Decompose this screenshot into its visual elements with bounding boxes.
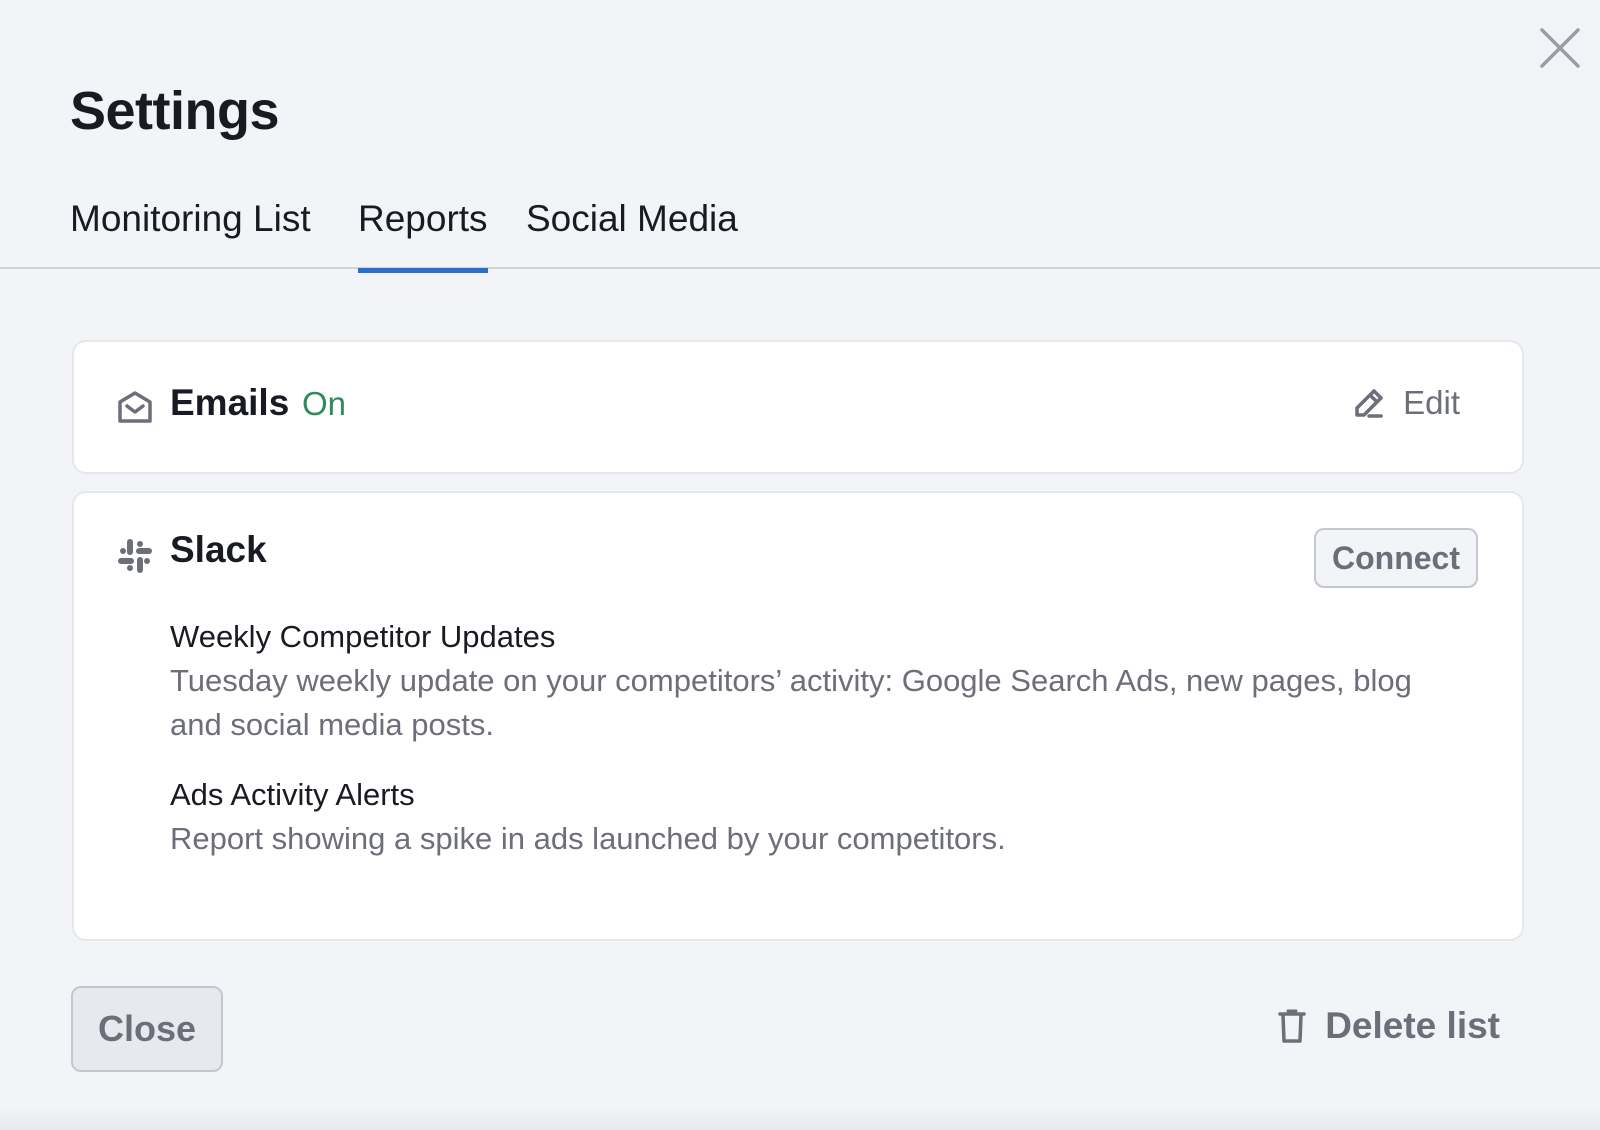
pencil-icon: [1355, 389, 1383, 418]
edit-button[interactable]: Edit: [1351, 384, 1460, 422]
tab-social-media[interactable]: Social Media: [526, 198, 738, 271]
slack-title: Slack: [170, 529, 267, 570]
slack-card: Slack Connect Weekly Competitor Updates …: [72, 491, 1524, 941]
dialog-bottom-edge: [0, 1106, 1600, 1130]
emails-title: Emails: [170, 382, 290, 423]
report-item: Ads Activity Alerts Report showing a spi…: [170, 773, 1470, 861]
report-description: Report showing a spike in ads launched b…: [170, 821, 1006, 856]
tab-bar: Monitoring List Reports Social Media: [0, 190, 1600, 273]
trash-icon: [1278, 1009, 1306, 1043]
close-button[interactable]: Close: [71, 986, 223, 1072]
delete-list-label: Delete list: [1325, 1005, 1500, 1046]
status-badge: On: [302, 385, 347, 422]
tab-monitoring-list[interactable]: Monitoring List: [70, 198, 311, 271]
envelope-open-icon: [118, 391, 152, 423]
edit-label: Edit: [1403, 384, 1460, 421]
report-name: Weekly Competitor Updates: [170, 619, 556, 654]
report-name: Ads Activity Alerts: [170, 777, 415, 812]
page-title: Settings: [70, 81, 280, 141]
report-item: Weekly Competitor Updates Tuesday weekly…: [170, 615, 1470, 747]
slack-icon: [118, 539, 152, 573]
emails-card: Emails On Edit: [72, 340, 1524, 474]
connect-button[interactable]: Connect: [1314, 528, 1478, 588]
close-icon[interactable]: [1538, 26, 1582, 70]
tab-reports[interactable]: Reports: [358, 198, 488, 273]
delete-list-button[interactable]: Delete list: [1277, 1005, 1500, 1047]
report-description: Tuesday weekly update on your competitor…: [170, 663, 1412, 742]
